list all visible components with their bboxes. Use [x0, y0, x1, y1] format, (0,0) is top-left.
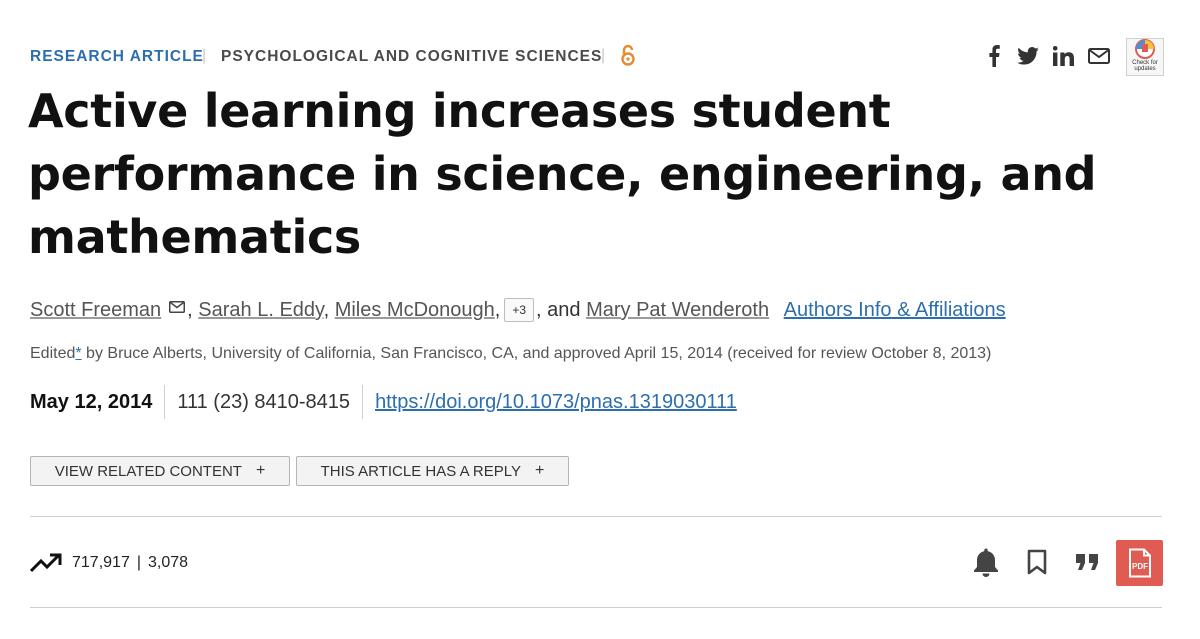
pdf-icon[interactable]: PDF	[1116, 540, 1163, 586]
trending-up-icon	[30, 553, 62, 573]
publication-info: May 12, 2014 111 (23) 8410-8415 https://…	[30, 385, 737, 419]
author-conjunction: , and	[536, 299, 581, 321]
facebook-icon[interactable]	[986, 44, 1002, 68]
svg-text:PDF: PDF	[1132, 562, 1148, 571]
check-for-updates-button[interactable]: Check for updates	[1126, 38, 1164, 76]
author-link[interactable]: Sarah L. Eddy	[198, 299, 323, 321]
divider	[30, 607, 1162, 608]
check-for-updates-label: Check for updates	[1132, 60, 1158, 72]
open-access-icon	[620, 44, 636, 68]
divider	[164, 385, 166, 419]
divider	[30, 516, 1162, 517]
author-list: Scott Freeman, Sarah L. Eddy, Miles McDo…	[30, 296, 1006, 322]
metrics-separator: |	[136, 554, 141, 571]
edited-prefix: Edited	[30, 345, 76, 362]
view-related-content-button[interactable]: VIEW RELATED CONTENT +	[30, 456, 290, 486]
category-separator: |	[601, 47, 606, 64]
authors-affiliations-link[interactable]: Authors Info & Affiliations	[784, 299, 1006, 321]
bell-icon[interactable]	[970, 540, 1002, 584]
views-count: 717,917	[72, 554, 130, 571]
author-link[interactable]: Scott Freeman	[30, 299, 161, 321]
volume-issue-pages: 111 (23) 8410-8415	[177, 390, 351, 413]
article-metrics[interactable]: 717,917 | 3,078	[30, 550, 188, 576]
twitter-icon[interactable]	[1016, 44, 1040, 68]
citations-count: 3,078	[148, 554, 189, 571]
linkedin-icon[interactable]	[1052, 44, 1076, 68]
expand-plus-icon: +	[535, 462, 545, 479]
subject-category-link[interactable]: PSYCHOLOGICAL AND COGNITIVE SCIENCES	[221, 48, 602, 66]
author-link[interactable]: Mary Pat Wenderoth	[586, 299, 769, 321]
article-header: RESEARCH ARTICLE | PSYCHOLOGICAL AND COG…	[30, 38, 1164, 76]
author-link[interactable]: Miles McDonough	[335, 299, 495, 321]
edited-details: by Bruce Alberts, University of Californ…	[81, 345, 992, 362]
divider	[362, 385, 364, 419]
email-icon[interactable]	[1087, 44, 1111, 68]
article-reply-label: THIS ARTICLE HAS A REPLY	[320, 462, 521, 480]
editor-note: Edited* by Bruce Alberts, University of …	[30, 345, 991, 363]
article-reply-button[interactable]: THIS ARTICLE HAS A REPLY +	[296, 456, 569, 486]
doi-link[interactable]: https://doi.org/10.1073/pnas.1319030111	[375, 391, 737, 414]
crossmark-icon	[1135, 39, 1155, 59]
publication-date: May 12, 2014	[30, 390, 153, 413]
expand-plus-icon: +	[255, 462, 266, 479]
more-authors-button[interactable]: +3	[504, 298, 535, 322]
view-related-content-label: VIEW RELATED CONTENT	[54, 462, 242, 480]
corresponding-author-email-icon[interactable]	[169, 296, 186, 319]
quote-icon[interactable]	[1072, 540, 1104, 584]
bookmark-icon[interactable]	[1022, 540, 1052, 584]
article-type-link[interactable]: RESEARCH ARTICLE	[30, 48, 204, 66]
category-separator: |	[202, 47, 207, 64]
article-title: Active learning increases student perfor…	[28, 84, 1097, 264]
